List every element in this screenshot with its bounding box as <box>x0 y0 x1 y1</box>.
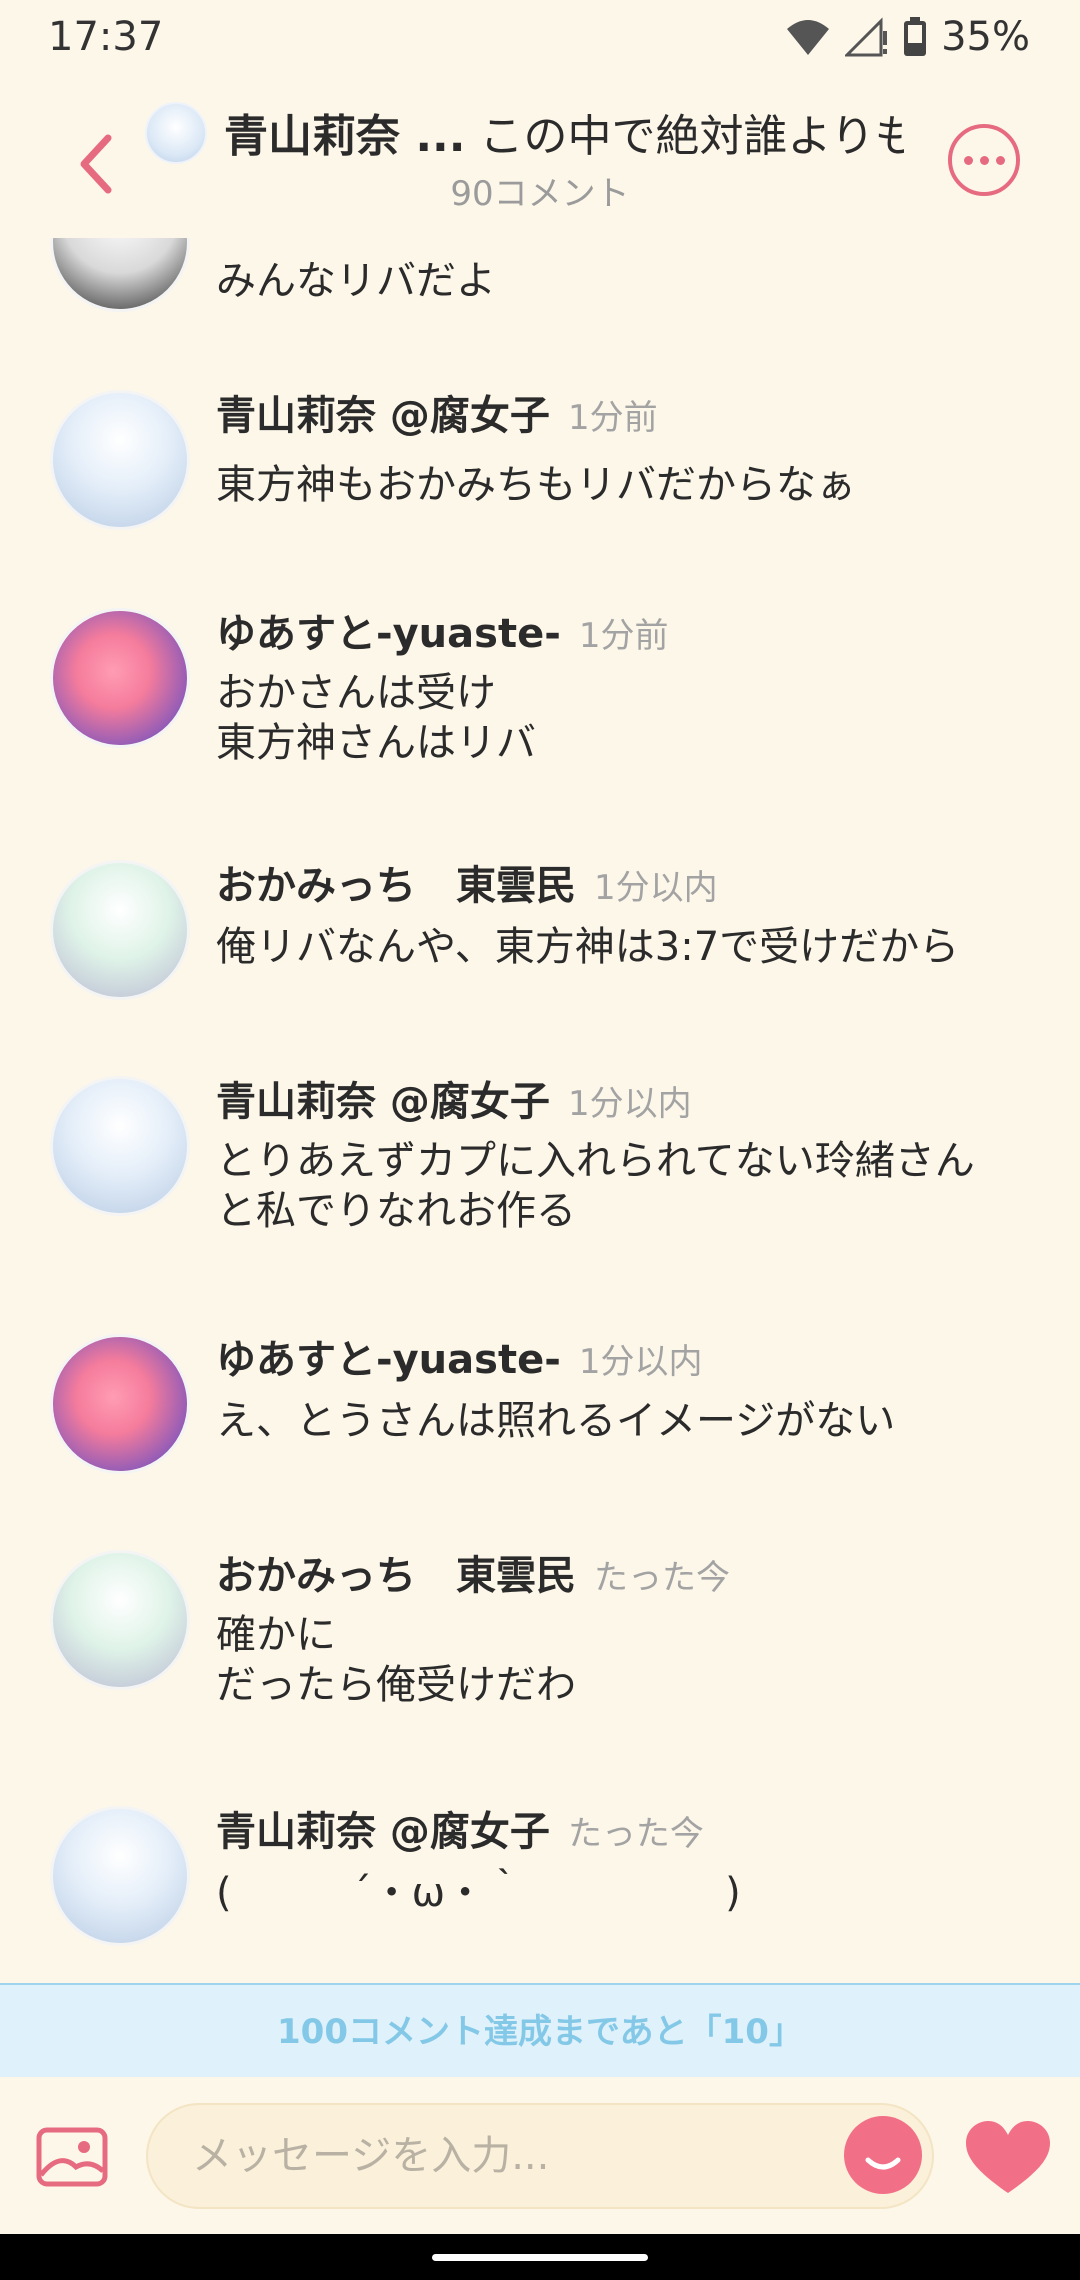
comment-line: とりあえずカプに入れられてない玲緒さん <box>216 1138 975 1184</box>
thread-author: 青山莉奈 ... <box>224 111 466 162</box>
commenter-name[interactable]: ゆあすと-yuaste- <box>216 1337 561 1383</box>
comment-line: と私でりなれお作る <box>216 1188 576 1234</box>
avatar[interactable] <box>50 1550 190 1690</box>
comment-text: え、とうさんは照れるイメージがない <box>216 1396 1036 1446</box>
comment-line: だったら俺受けだわ <box>216 1662 576 1708</box>
commenter-name[interactable]: おかみっち 東雲民 <box>216 863 576 909</box>
image-icon[interactable] <box>36 2127 108 2187</box>
commenter-name[interactable]: おかみっち 東雲民 <box>216 1553 576 1599</box>
avatar[interactable] <box>50 860 190 1000</box>
comment-line: え、とうさんは照れるイメージがない <box>216 1398 896 1444</box>
comment-text: おかさんは受け 東方神さんはリバ <box>216 668 1036 768</box>
system-nav-bar <box>0 2234 1080 2280</box>
comment-text: 俺リバなんや、東方神は3:7で受けだから <box>216 922 1036 972</box>
status-icons: 35% <box>785 14 1030 60</box>
comment-header: ゆあすと-yuaste- 1分前 <box>216 608 668 662</box>
milestone-banner: 100コメント達成まであと「10」 <box>0 1983 1080 2077</box>
comment-time: たった今 <box>567 1814 704 1854</box>
comment-count: 90コメント <box>450 174 630 214</box>
comment-header: ゆあすと-yuaste- 1分以内 <box>216 1334 702 1388</box>
heart-icon[interactable] <box>966 2121 1050 2195</box>
comment-line: 東方神さんはリバ <box>216 720 536 766</box>
comment-header: 青山莉奈 @腐女子 たった今 <box>216 1806 704 1860</box>
battery-percent: 35% <box>941 14 1030 60</box>
comment-text: みんなリバだよ <box>216 258 496 304</box>
thread-title: 青山莉奈 ... この中で絶対誰よりも... <box>224 102 904 172</box>
wifi-icon <box>787 20 830 55</box>
avatar[interactable] <box>50 1076 190 1216</box>
comment-feed[interactable]: みんなリバだよ 青山莉奈 @腐女子 1分前 東方神もおかみちもリバだからなぁ ゆあ… <box>0 238 1080 1983</box>
comment-text: 東方神もおかみちもリバだからなぁ <box>216 460 1036 510</box>
comment-line: おかさんは受け <box>216 670 496 716</box>
thread-topic: この中で絶対誰よりも... <box>479 111 904 162</box>
comment-text: 確かに だったら俺受けだわ <box>216 1610 1036 1710</box>
comment-time: 1分以内 <box>578 1342 703 1382</box>
status-bar: 17:37 35% <box>0 0 1080 74</box>
commenter-name[interactable]: 青山莉奈 @腐女子 <box>216 1079 550 1125</box>
comment-header: 青山莉奈 @腐女子 1分以内 <box>216 1076 692 1130</box>
comment-time: 1分前 <box>578 616 669 656</box>
commenter-name[interactable]: ゆあすと-yuaste- <box>216 611 561 657</box>
comment-time: 1分以内 <box>594 868 718 908</box>
avatar[interactable] <box>50 1334 190 1474</box>
comment-text: ( ´・ω・｀ ) <box>216 1868 1036 1918</box>
comment-line: 東方神もおかみちもリバだからなぁ <box>216 462 856 508</box>
commenter-name[interactable]: 青山莉奈 @腐女子 <box>216 1809 550 1855</box>
comment-time: たった今 <box>594 1558 730 1598</box>
avatar[interactable] <box>50 1806 190 1946</box>
message-input[interactable]: メッセージを入力... <box>146 2103 934 2209</box>
comment-line: 俺リバなんや、東方神は3:7で受けだから <box>216 924 960 970</box>
author-avatar[interactable] <box>145 102 207 164</box>
status-time: 17:37 <box>48 14 164 60</box>
comment-time: 1分前 <box>567 398 658 438</box>
comment-header: 青山莉奈 @腐女子 1分前 <box>216 390 658 444</box>
comment-line: 確かに <box>216 1612 336 1658</box>
comment-text: とりあえずカプに入れられてない玲緒さん と私でりなれお作る <box>216 1136 1036 1236</box>
thread-header: 青山莉奈 ... この中で絶対誰よりも... 90コメント <box>0 88 1080 228</box>
comment-time: 1分以内 <box>567 1084 692 1124</box>
avatar[interactable] <box>50 390 190 530</box>
more-icon[interactable] <box>948 124 1020 196</box>
comment-header: おかみっち 東雲民 1分以内 <box>216 860 718 914</box>
comment-header: おかみっち 東雲民 たった今 <box>216 1550 730 1604</box>
avatar[interactable] <box>50 608 190 748</box>
emoji-icon[interactable] <box>844 2116 922 2194</box>
comment-line: ( ´・ω・｀ ) <box>216 1870 741 1916</box>
message-bar: メッセージを入力... <box>0 2077 1080 2234</box>
signal-icon <box>845 17 888 57</box>
home-indicator[interactable] <box>432 2254 648 2261</box>
avatar[interactable] <box>50 238 190 312</box>
battery-icon <box>904 17 927 56</box>
commenter-name[interactable]: 青山莉奈 @腐女子 <box>216 393 550 439</box>
